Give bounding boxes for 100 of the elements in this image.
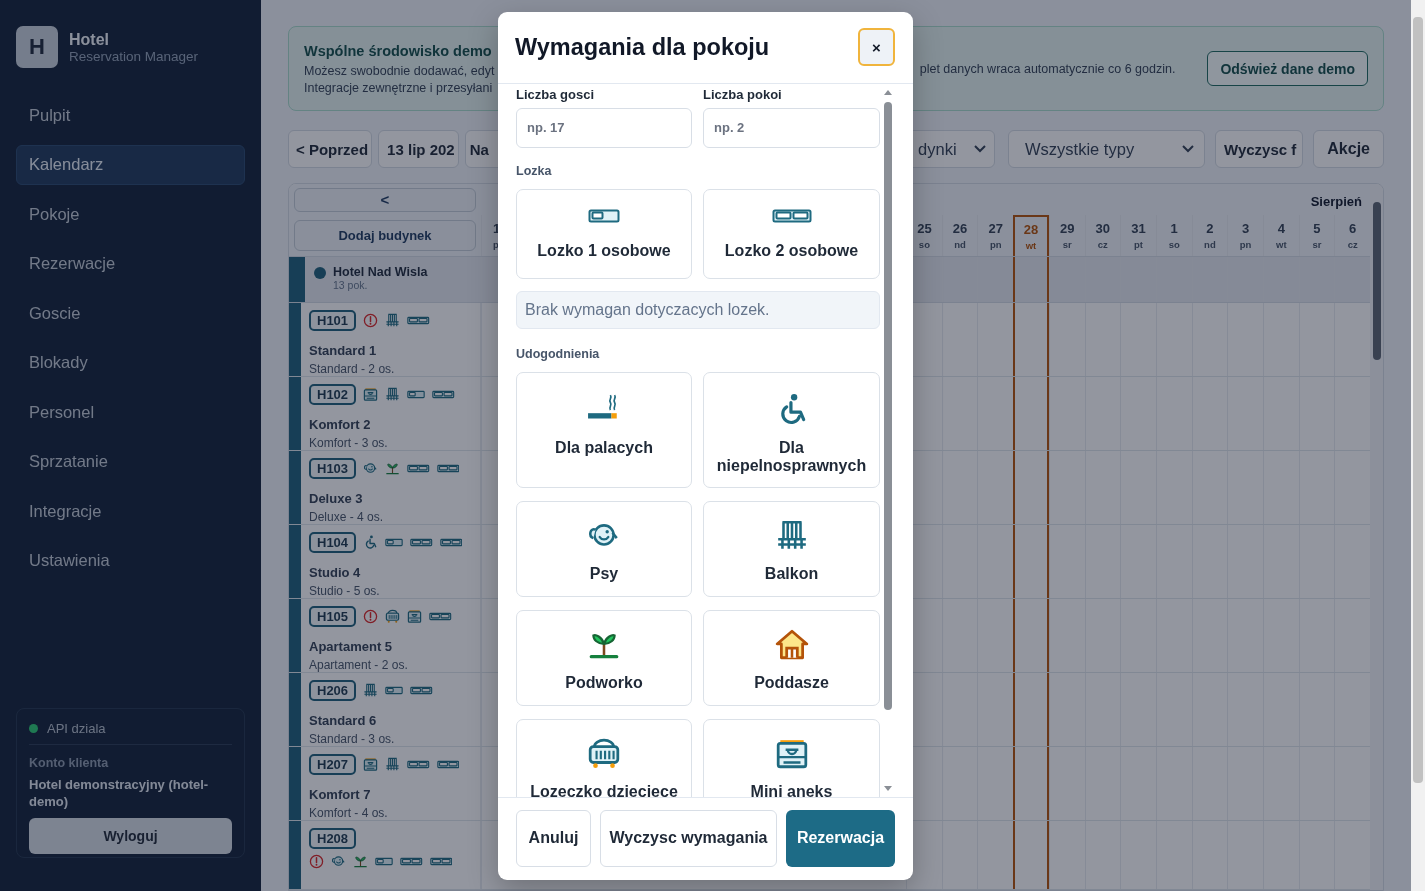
refresh-demo-button[interactable]: Odśwież dane demo [1207,51,1368,86]
room-name: Standard 6 [309,713,378,729]
weekday-label: sr [1062,239,1072,251]
amenity-option[interactable]: Poddasze [703,609,880,706]
account-label: Konto klienta [29,756,110,770]
nav-item[interactable]: Pokoje [16,194,245,234]
bed-option[interactable]: Lozko 2 osobowe [703,188,880,279]
banner-text: Integracje zewnętrzne i przesyłani [304,80,494,95]
amenity-option[interactable]: Balkon [703,500,880,597]
single-bed-icon [385,686,404,696]
nav-item[interactable]: Pulpit [16,95,245,135]
close-button[interactable]: × [858,28,895,66]
weekday-label: pt [1134,239,1143,251]
date-button[interactable]: 13 lip 202 [378,130,459,168]
double-bed-icon [429,612,452,622]
single-bed-icon [407,390,426,400]
app-title: Hotel [69,30,110,49]
nav-item[interactable]: Blokady [16,342,245,383]
section-label: Udogodnienia [516,346,601,361]
day-number: 30 [1095,221,1111,237]
weekday-label: p [493,239,499,251]
day-number: 1 [1170,221,1178,237]
previous-button[interactable]: < Poprzed [288,130,373,168]
room-type: Komfort - 4 os. [309,806,389,821]
account-name: Hotel demonstracyjny (hotel-demo) [29,776,210,810]
room-name: Deluxe 3 [309,491,364,507]
double-bed-icon [407,760,430,770]
room-type: Komfort - 3 os. [309,436,389,451]
clear-requirements-button[interactable]: Wyczysc wymagania [600,809,777,867]
double-bed-icon [400,857,423,867]
nav-item[interactable]: Goscie [16,293,245,333]
day-number: 4 [1277,221,1285,237]
balcony-railing-icon [385,387,401,403]
day-number: 6 [1349,221,1357,237]
double-bed-icon [771,207,812,224]
weekday-label: pn [1239,239,1252,251]
day-number: 27 [988,221,1003,237]
clear-filters-button[interactable]: Wyczysc f [1215,130,1304,168]
double-bed-icon [429,857,452,867]
banner-text: Możesz swobodnie dodawać, edyt [304,63,495,78]
room-name: Studio 4 [309,565,362,581]
weekday-label: nd [1204,239,1216,251]
field-label: Liczba gosci [516,86,596,102]
double-bed-icon [436,464,460,474]
cancel-button[interactable]: Anuluj [516,809,591,867]
number-field[interactable]: np. 2 [703,107,880,148]
room-type: Standard - 3 os. [309,732,396,747]
room-code: H105 [309,606,357,628]
nav-item[interactable]: Integracje [16,491,245,531]
weekday-label: so [1168,239,1180,251]
amenity-option[interactable]: Lozeczko dzieciece [516,718,692,797]
double-bed-icon [432,390,455,400]
bed-option[interactable]: Lozko 1 osobowe [516,188,692,279]
room-name: Standard 1 [309,343,378,359]
nav-item[interactable]: Ustawienia [16,540,245,581]
collapse-button[interactable]: < [294,187,476,212]
room-type: Studio - 5 os. [309,584,381,599]
amenity-option[interactable]: Mini aneks [703,718,880,797]
weekday-label: cz [1347,239,1358,251]
weekday-label: wt [1276,239,1287,251]
dialog-title: Wymagania dla pokoju [515,33,770,61]
crib-icon [587,736,621,771]
kitchenette-icon [363,757,379,773]
kitchenette-icon [363,387,379,403]
reserve-button[interactable]: Rezerwacja [786,809,895,867]
field-label: Liczba pokoi [703,86,783,102]
building-color-bar [289,821,301,889]
type-select[interactable]: Wszystkie typy [1008,130,1206,168]
double-bed-icon [407,316,430,326]
day-number: 2 [1206,221,1214,237]
crib-icon [385,609,401,625]
add-building-button[interactable]: Dodaj budynek [294,220,476,252]
day-number: 29 [1059,221,1075,237]
amenity-option[interactable]: Podworko [516,609,692,706]
logout-button[interactable]: Wyloguj [29,818,232,854]
room-type: Standard - 2 os. [309,362,396,377]
room-type: Deluxe - 4 os. [309,510,385,525]
double-bed-icon [407,464,430,474]
nav-item[interactable]: Personel [16,392,245,432]
actions-button[interactable]: Akcje [1313,130,1384,168]
double-bed-icon [410,538,433,548]
amenity-option[interactable]: Dla niepelnosprawnych [703,371,880,488]
nav-item[interactable]: Kalendarz [16,144,245,185]
day-number: 5 [1313,221,1321,237]
weekday-label: nd [954,239,966,251]
amenity-option[interactable]: Psy [516,500,692,597]
amenity-option[interactable]: Dla palacych [516,371,692,488]
balcony-railing-icon [385,313,401,329]
alert-icon [363,313,379,329]
room-name: Apartament 5 [309,639,394,655]
banner-title: Wspólne środowisko demo [304,42,493,59]
calendar-scrollbar[interactable] [1370,184,1383,890]
day-number: 26 [952,221,968,237]
nav-item[interactable]: Rezerwacje [16,243,245,284]
page-scrollbar[interactable] [1411,0,1425,891]
day-number: 31 [1131,221,1146,237]
double-bed-icon [410,686,433,696]
nav-item[interactable]: Sprzatanie [16,441,245,482]
sprout-icon [353,854,368,870]
number-field[interactable]: np. 17 [516,107,692,148]
